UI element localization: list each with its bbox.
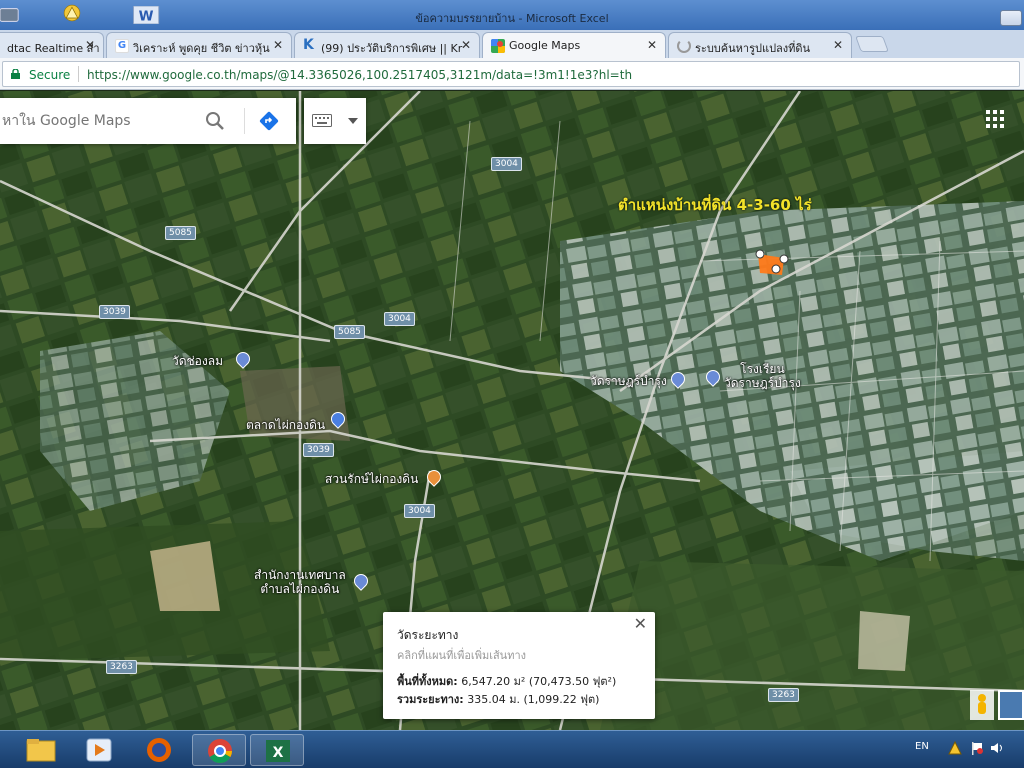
speaker-icon[interactable] — [990, 741, 1004, 755]
card-distance: รวมระยะทาง: 335.04 ม. (1,099.22 ฟุต) — [397, 690, 599, 708]
road-shield: 3263 — [768, 688, 799, 702]
tab-kr[interactable]: K (99) ประวัติบริการพิเศษ || Kr ✕ — [294, 32, 480, 58]
media-player-icon[interactable] — [72, 734, 126, 766]
card-hint: คลิกที่แผนที่เพื่อเพิ่มเส้นทาง — [397, 649, 526, 662]
close-icon[interactable]: ✕ — [461, 38, 471, 52]
map-type-thumbnail[interactable] — [998, 690, 1024, 720]
tab-google-forum[interactable]: G วิเคราะห์ พูดคุย ชีวิต ข่าวหุ้น ✕ — [106, 32, 292, 58]
address-bar: Secure https://www.google.co.th/maps/@14… — [0, 58, 1024, 90]
divider — [244, 108, 245, 134]
tab-label: วิเคราะห์ พูดคุย ชีวิต ข่าวหุ้น — [133, 42, 270, 55]
apps-grid-icon[interactable] — [986, 110, 1004, 128]
search-input[interactable] — [0, 98, 240, 144]
road-shield: 3263 — [106, 660, 137, 674]
google-icon: G — [115, 39, 129, 53]
k-icon: K — [303, 37, 314, 53]
close-icon[interactable]: ✕ — [634, 614, 647, 633]
google-maps-icon — [491, 39, 505, 53]
search-icon[interactable] — [205, 111, 225, 131]
chevron-down-icon[interactable] — [348, 118, 358, 124]
lock-icon — [11, 69, 20, 79]
loading-icon — [677, 39, 691, 53]
area-value: 6,547.20 ม² (70,473.50 ฟุต²) — [457, 675, 617, 688]
measure-distance-card: ✕ วัดระยะทาง คลิกที่แผนที่เพื่อเพิ่มเส้น… — [383, 612, 655, 719]
area-label: พื้นที่ทั้งหมด: — [397, 675, 458, 688]
place-label[interactable]: สำนักงานเทศบาล ตำบลไผ่กองดิน — [254, 568, 346, 596]
place-label[interactable]: โรงเรียน วัดราษฎร์บำรุง — [724, 362, 801, 390]
distance-value: 335.04 ม. (1,099.22 ฟุต) — [463, 693, 600, 706]
url-text[interactable]: https://www.google.co.th/maps/@14.336502… — [87, 68, 632, 82]
window-title: ข้อความบรรยายบ้าน - Microsoft Excel — [415, 12, 609, 25]
window-titlebar: W ข้อความบรรยายบ้าน - Microsoft Excel — [0, 0, 1024, 30]
distance-label: รวมระยะทาง: — [397, 693, 464, 706]
tab-label: Google Maps — [509, 39, 581, 52]
folder-icon[interactable] — [14, 734, 68, 766]
chrome-icon[interactable] — [192, 734, 246, 766]
card-title: วัดระยะทาง — [397, 628, 459, 642]
card-area: พื้นที่ทั้งหมด: 6,547.20 ม² (70,473.50 ฟ… — [397, 672, 616, 690]
new-tab-button[interactable] — [855, 36, 889, 52]
tab-dtac[interactable]: dtac Realtime สำ ✕ — [0, 32, 104, 58]
road-shield: 3039 — [99, 305, 130, 319]
browser-tabbar: dtac Realtime สำ ✕ G วิเคราะห์ พูดคุย ชี… — [0, 30, 1024, 59]
road-shield: 5085 — [334, 325, 365, 339]
place-label[interactable]: วัดช่องลม — [172, 354, 223, 368]
tab-label: ระบบค้นหารูปแปลงที่ดิน — [695, 42, 811, 55]
maximize-icon[interactable] — [1000, 10, 1022, 26]
input-tools-box — [304, 98, 366, 144]
pegman-icon[interactable] — [970, 690, 994, 720]
keyboard-icon[interactable] — [312, 114, 332, 127]
close-icon[interactable]: ✕ — [647, 38, 657, 52]
excel-icon[interactable]: X — [250, 734, 304, 766]
tab-land-search[interactable]: ระบบค้นหารูปแปลงที่ดิน ✕ — [668, 32, 852, 58]
road-shield: 3004 — [491, 157, 522, 171]
road-shield: 3004 — [404, 504, 435, 518]
flag-icon[interactable] — [970, 741, 984, 755]
taskbar: X EN — [0, 730, 1024, 768]
omnibox[interactable]: Secure https://www.google.co.th/maps/@14… — [2, 61, 1020, 87]
directions-icon[interactable] — [258, 110, 280, 132]
screen: W ข้อความบรรยายบ้าน - Microsoft Excel dt… — [0, 0, 1024, 768]
road-shield: 3039 — [303, 443, 334, 457]
close-icon[interactable]: ✕ — [85, 38, 95, 52]
tab-label: (99) ประวัติบริการพิเศษ || Kr — [321, 42, 463, 55]
road-shield: 5085 — [165, 226, 196, 240]
place-label[interactable]: ตลาดไผ่กองดิน — [246, 418, 325, 432]
divider — [78, 66, 79, 82]
close-icon[interactable]: ✕ — [833, 38, 843, 52]
close-icon[interactable]: ✕ — [273, 38, 283, 52]
maps-search-box — [0, 98, 296, 144]
network-warning-icon[interactable] — [948, 741, 962, 755]
svg-text:X: X — [273, 745, 284, 761]
secure-label: Secure — [29, 68, 71, 82]
road-shield: 3004 — [384, 312, 415, 326]
place-label[interactable]: สวนรักษ์ไผ่กองดิน — [325, 472, 418, 486]
firefox-icon[interactable] — [132, 734, 186, 766]
place-label[interactable]: วัดราษฎร์บำรุง — [590, 374, 667, 388]
language-indicator[interactable]: EN — [915, 741, 929, 752]
house-land-annotation: ตำแหน่งบ้านที่ดิน 4-3-60 ไร่ — [618, 196, 812, 214]
tab-google-maps[interactable]: Google Maps ✕ — [482, 32, 666, 59]
